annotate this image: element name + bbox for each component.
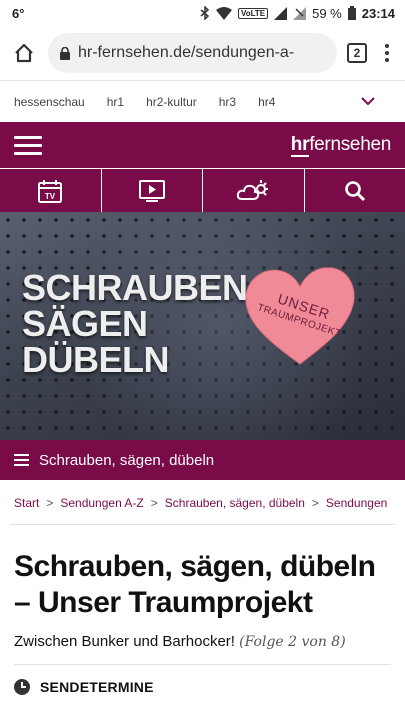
status-indicators: VoLTE 59 % 23:14 bbox=[200, 6, 395, 21]
channel-link-hessenschau[interactable]: hessenschau bbox=[14, 95, 85, 109]
menu-icon bbox=[14, 454, 29, 466]
breadcrumb-link-show[interactable]: Schrauben, sägen, dübeln bbox=[165, 496, 305, 510]
chevron-down-icon[interactable] bbox=[361, 97, 375, 106]
logo-hr: hr bbox=[290, 134, 310, 157]
signal-icon bbox=[274, 6, 288, 20]
status-time: 23:14 bbox=[361, 5, 395, 21]
hero-banner: SCHRAUBEN SÄGEN DÜBELN UNSER TRAUMPROJEK… bbox=[0, 212, 405, 440]
section-label: SENDETERMINE bbox=[40, 679, 154, 695]
breadcrumb-separator: > bbox=[46, 496, 54, 510]
breadcrumb-link-sendungen-a-z[interactable]: Sendungen A-Z bbox=[60, 496, 143, 510]
channel-link-hr4[interactable]: hr4 bbox=[258, 95, 275, 109]
weather-button[interactable] bbox=[203, 169, 305, 212]
wifi-icon bbox=[215, 6, 232, 20]
episode-info: (Folge 2 von 8) bbox=[239, 634, 346, 650]
tv-icon-label: TV bbox=[45, 192, 56, 201]
status-temperature: 6° bbox=[12, 5, 25, 21]
overflow-menu-button[interactable] bbox=[377, 44, 397, 62]
hero-line: SCHRAUBEN bbox=[22, 267, 248, 308]
tv-program-button[interactable]: TV bbox=[0, 169, 102, 212]
article: Schrauben, sägen, dübeln – Unser Traumpr… bbox=[0, 525, 405, 695]
sendetermine-toggle[interactable]: SENDETERMINE bbox=[14, 679, 391, 695]
search-icon bbox=[344, 180, 365, 201]
signal-muted-icon bbox=[293, 6, 307, 20]
hero-line: SÄGEN bbox=[22, 303, 148, 344]
quick-nav-bar: TV bbox=[0, 168, 405, 212]
article-subtitle: Zwischen Bunker und Barhocker! (Folge 2 … bbox=[14, 633, 391, 650]
clock-icon bbox=[14, 679, 30, 695]
breadcrumb: Start > Sendungen A-Z > Schrauben, sägen… bbox=[0, 480, 405, 510]
section-divider bbox=[14, 664, 391, 665]
address-bar[interactable]: hr-fernsehen.de/sendungen-a- bbox=[48, 33, 337, 73]
lock-icon bbox=[60, 46, 70, 60]
breadcrumb-separator: > bbox=[311, 496, 319, 510]
channel-link-hr1[interactable]: hr1 bbox=[107, 95, 124, 109]
tab-switcher-button[interactable]: 2 bbox=[347, 43, 367, 63]
home-icon bbox=[15, 43, 33, 63]
battery-icon bbox=[347, 6, 356, 20]
hero-title: SCHRAUBEN SÄGEN DÜBELN bbox=[22, 270, 248, 378]
hero-line: DÜBELN bbox=[22, 339, 169, 380]
home-button[interactable] bbox=[10, 39, 38, 67]
page-title: Schrauben, sägen, dübeln – Unser Traumpr… bbox=[14, 550, 376, 619]
program-menu-button[interactable]: Schrauben, sägen, dübeln bbox=[0, 440, 405, 480]
weather-icon bbox=[237, 179, 269, 200]
logo-fernsehen: fernsehen bbox=[309, 134, 391, 155]
url-text: hr-fernsehen.de/sendungen-a- bbox=[78, 44, 295, 61]
mediathek-button[interactable] bbox=[102, 169, 203, 212]
bluetooth-icon bbox=[200, 6, 210, 20]
site-header: hrfernsehen bbox=[0, 122, 405, 168]
hr-fernsehen-logo[interactable]: hrfernsehen bbox=[290, 134, 391, 157]
breadcrumb-link-start[interactable]: Start bbox=[14, 496, 39, 510]
tv-icon: TV bbox=[38, 179, 63, 203]
breadcrumb-link-sendungen[interactable]: Sendungen bbox=[326, 496, 387, 510]
page: 6° VoLTE 59 % 23:14 hr-fernsehen.de/send… bbox=[0, 0, 405, 720]
channel-link-hr3[interactable]: hr3 bbox=[219, 95, 236, 109]
status-bar: 6° VoLTE 59 % 23:14 bbox=[0, 0, 405, 26]
search-button[interactable] bbox=[305, 169, 405, 212]
volte-badge: VoLTE bbox=[237, 7, 269, 19]
channel-nav: hessenschau hr1 hr2-kultur hr3 hr4 bbox=[0, 80, 405, 122]
play-icon bbox=[138, 179, 165, 202]
channel-link-hr2-kultur[interactable]: hr2-kultur bbox=[146, 95, 197, 109]
program-title: Schrauben, sägen, dübeln bbox=[39, 451, 215, 469]
breadcrumb-separator: > bbox=[150, 496, 158, 510]
browser-toolbar: hr-fernsehen.de/sendungen-a- 2 bbox=[0, 26, 405, 80]
subtitle-text: Zwischen Bunker und Barhocker! bbox=[14, 633, 235, 650]
main-menu-button[interactable] bbox=[14, 135, 42, 155]
battery-percent: 59 % bbox=[312, 5, 342, 21]
